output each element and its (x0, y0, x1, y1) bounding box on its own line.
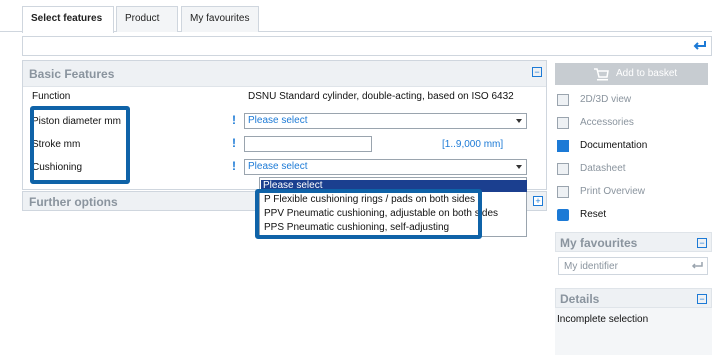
details-title: Details (560, 292, 600, 306)
chevron-down-icon (516, 119, 522, 123)
tab-product-list[interactable]: Product list (116, 6, 178, 48)
function-label: Function (32, 91, 71, 102)
search-bar[interactable] (22, 36, 712, 56)
further-options-title: Further options (29, 195, 118, 209)
details-text: Incomplete selection (557, 314, 649, 325)
favourites-title: My favourites (560, 236, 638, 250)
collapse-icon[interactable]: − (697, 238, 707, 248)
add-to-basket-label: Add to basket (616, 68, 678, 79)
basic-features-title: Basic Features (29, 67, 115, 81)
options-highlight (255, 189, 482, 239)
favourites-header: My favourites − (555, 232, 712, 252)
details-header: Details − (555, 288, 712, 308)
printer-icon (557, 186, 569, 198)
required-icon: ! (232, 136, 236, 150)
trash-icon (557, 209, 569, 221)
function-value: DSNU Standard cylinder, double-acting, b… (248, 91, 514, 102)
table-icon (557, 163, 569, 175)
tab-bar: Select features Product list My favourit… (0, 0, 712, 48)
accessories-icon (557, 117, 569, 129)
cushioning-select[interactable]: Please select (244, 159, 527, 175)
tab-my-favourites[interactable]: My favourites (181, 6, 259, 32)
piston-diameter-select[interactable]: Please select (244, 113, 527, 129)
chevron-down-icon (516, 165, 522, 169)
labels-highlight (30, 106, 130, 184)
pdf-icon (557, 140, 569, 152)
required-icon: ! (232, 113, 236, 127)
enter-icon[interactable] (693, 40, 707, 52)
stroke-range: [1..9,000 mm] (442, 139, 504, 150)
expand-icon[interactable]: + (533, 196, 543, 206)
add-to-basket-button[interactable]: Add to basket (555, 63, 708, 85)
stroke-input[interactable] (244, 136, 372, 152)
identifier-placeholder: My identifier (564, 261, 618, 272)
tab-select-features[interactable]: Select features (22, 6, 114, 33)
collapse-icon[interactable]: − (532, 67, 542, 77)
cart-icon (594, 68, 609, 81)
required-icon: ! (232, 159, 236, 173)
favourites-identifier-input[interactable]: My identifier (558, 257, 708, 275)
collapse-icon[interactable]: − (697, 294, 707, 304)
enter-icon[interactable] (691, 261, 703, 271)
basic-features-header: Basic Features − (23, 61, 546, 87)
cube-icon (557, 94, 569, 106)
